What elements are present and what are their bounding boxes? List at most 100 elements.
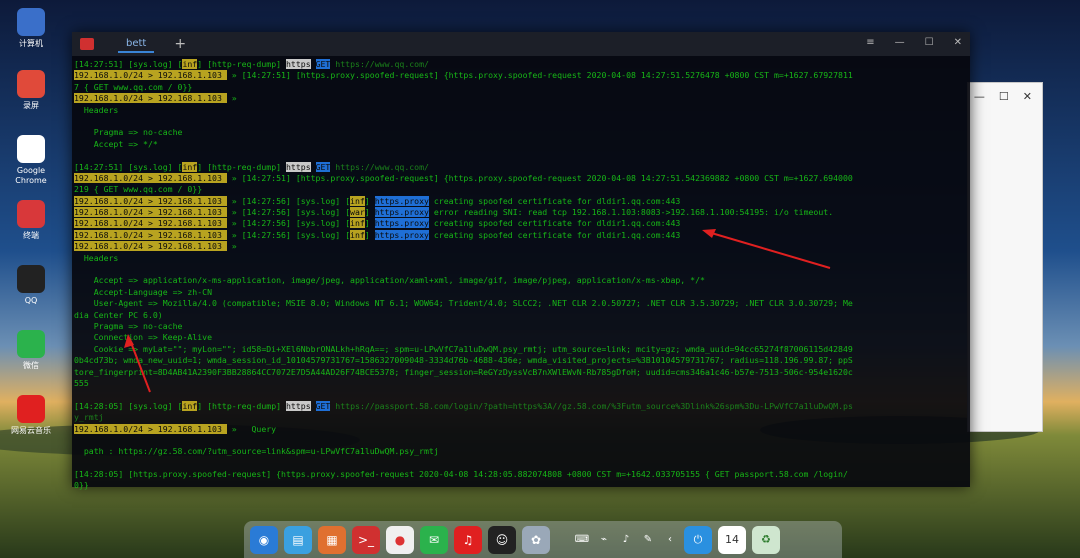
terminal-text-segment: path : https://gz.58.com/?utm_source=lin… [74, 446, 439, 457]
terminal-text-segment: inf [182, 59, 198, 69]
close-icon[interactable]: ✕ [954, 37, 962, 48]
terminal-line: dia Center PC 6.0) [74, 310, 968, 321]
terminal-icon [80, 38, 94, 50]
terminal-line: 192.168.1.0/24 > 192.168.1.103 » Query [74, 423, 968, 435]
terminal-text-segment: [14:27:51] [sys.log] [ [74, 161, 183, 172]
terminal-line: [14:28:05] [https.proxy.spoofed-request]… [74, 469, 968, 480]
terminal-text-segment: » [14:27:51] [https.proxy.spoofed-reques… [226, 172, 853, 183]
terminal-text-segment: 219 { GET www.qq.com / 0}} [74, 184, 203, 195]
terminal-line: 192.168.1.0/24 > 192.168.1.103 » [14:27:… [74, 218, 968, 229]
terminal-text-segment: » [226, 93, 237, 104]
desktop-icon[interactable]: 网易云音乐 [8, 395, 54, 436]
calendar-icon[interactable]: 14 [718, 525, 746, 554]
terminal-text-segment: 192.168.1.0/24 > 192.168.1.103 [74, 207, 227, 218]
tray-icon[interactable]: ⌁ [596, 532, 612, 548]
terminal-output[interactable]: [14:27:51] [sys.log] [inf] [http-req-dum… [72, 56, 970, 492]
terminal-line: 192.168.1.0/24 > 192.168.1.103 » [14:27:… [74, 195, 968, 207]
file-manager-window-right[interactable]: — ☐ ✕ [967, 82, 1043, 432]
terminal-text-segment: https [285, 59, 311, 69]
terminal-text-segment: ] [364, 195, 375, 206]
tray-icon[interactable]: ‹ [662, 532, 678, 548]
minimize-icon[interactable]: — [974, 90, 985, 103]
desktop-icon[interactable]: 录屏 [8, 70, 54, 111]
terminal-text-segment: Accept => application/x-ms-application, … [74, 275, 705, 286]
app-icon [17, 8, 45, 36]
terminal-text-segment: ] [http-req-dump] [197, 161, 286, 172]
wechat-icon[interactable]: ✉ [420, 525, 448, 554]
terminal-text-segment: Pragma => no-cache [74, 320, 183, 331]
terminal-icon[interactable]: >_ [352, 525, 380, 554]
terminal-text-segment: Accept-Language => zh-CN [74, 286, 213, 297]
power-icon[interactable]: ⏻ [684, 525, 712, 554]
terminal-text-segment: 192.168.1.0/24 > 192.168.1.103 [74, 229, 227, 240]
terminal-text-segment: Pragma => no-cache [74, 127, 183, 138]
desktop-icon-label: Google Chrome [15, 166, 47, 185]
desktop-icon[interactable]: 计算机 [8, 8, 54, 49]
terminal-text-segment: error reading SNI: read tcp 192.168.1.10… [428, 207, 834, 218]
app-icon [17, 70, 45, 98]
terminal-line: 192.168.1.0/24 > 192.168.1.103 » [74, 93, 968, 104]
minimize-icon[interactable]: — [895, 37, 905, 48]
close-icon[interactable]: ✕ [1023, 90, 1032, 103]
terminal-text-segment: tore_fingerprint=8D4AB41A2390F3BB28864CC… [74, 366, 853, 377]
terminal-line: 192.168.1.0/24 > 192.168.1.103 » [14:27:… [74, 172, 968, 184]
window-controls: — ☐ ✕ [968, 83, 1042, 109]
maximize-icon[interactable]: ☐ [999, 90, 1009, 103]
desktop-icon-label: 录屏 [23, 101, 39, 110]
terminal-text-segment: ] [364, 207, 375, 218]
netease-music-icon[interactable]: ♫ [454, 525, 482, 554]
terminal-text-segment: y_rmtj [74, 412, 104, 423]
terminal-text-segment: User-Agent => Mozilla/4.0 (compatible; M… [74, 298, 853, 309]
terminal-line: 0}} [74, 480, 968, 491]
launcher-icon[interactable]: ◉ [250, 525, 278, 554]
terminal-line: [14:27:51] [sys.log] [inf] [http-req-dum… [74, 59, 968, 70]
desktop-icon[interactable]: QQ [8, 265, 54, 306]
trash-icon[interactable]: ♻ [752, 525, 780, 554]
menu-icon[interactable]: ≡ [866, 37, 874, 48]
terminal-text-segment: 192.168.1.0/24 > 192.168.1.103 [74, 195, 227, 206]
terminal-line: Headers [74, 105, 968, 116]
terminal-text-segment: https.proxy [374, 195, 429, 206]
terminal-window[interactable]: bett + ≡ — ☐ ✕ [14:27:51] [sys.log] [inf… [72, 32, 970, 490]
terminal-line: 219 { GET www.qq.com / 0}} [74, 184, 968, 195]
tray-icon[interactable]: ♪ [618, 532, 634, 548]
chrome-icon[interactable]: ● [386, 525, 414, 554]
terminal-line: 7 { GET www.qq.com / 0}} [74, 82, 968, 93]
terminal-line: Pragma => no-cache [74, 127, 968, 138]
terminal-text-segment: creating spoofed certificate for dldir1.… [428, 195, 681, 206]
terminal-line: Cookie => myLat=""; myLon=""; id58=Di+XE… [74, 344, 968, 355]
desktop-icon-label: 微信 [23, 361, 39, 370]
terminal-text-segment: » [14:27:56] [sys.log] [ [226, 218, 351, 229]
app-icon [17, 135, 45, 163]
desktop-icon[interactable]: 微信 [8, 330, 54, 371]
new-tab-icon[interactable]: + [174, 36, 186, 52]
settings-icon[interactable]: ✿ [522, 525, 550, 554]
terminal-line: 192.168.1.0/24 > 192.168.1.103 » [74, 241, 968, 252]
terminal-text-segment: inf [182, 161, 198, 172]
qq-icon[interactable]: ☺ [488, 525, 516, 554]
terminal-text-segment: 192.168.1.0/24 > 192.168.1.103 [74, 218, 227, 229]
file-manager-icon[interactable]: ▤ [284, 525, 312, 554]
terminal-text-segment: ] [364, 229, 375, 240]
tab-bett[interactable]: bett [118, 36, 155, 53]
terminal-line: 192.168.1.0/24 > 192.168.1.103 » [14:27:… [74, 207, 968, 218]
terminal-text-segment: ] [http-req-dump] [197, 400, 286, 411]
desktop-icon[interactable]: 终端 [8, 200, 54, 241]
terminal-text-segment: Headers [74, 252, 119, 263]
desktop-icon[interactable]: Google Chrome [8, 135, 54, 186]
terminal-text-segment: 192.168.1.0/24 > 192.168.1.103 [74, 423, 227, 434]
maximize-icon[interactable]: ☐ [925, 37, 934, 48]
app-icon [17, 330, 45, 358]
app-store-icon[interactable]: ▦ [318, 525, 346, 554]
terminal-text-segment: https.proxy [374, 207, 429, 218]
tray-icon[interactable]: ✎ [640, 532, 656, 548]
terminal-text-segment: 192.168.1.0/24 > 192.168.1.103 [74, 172, 227, 183]
terminal-text-segment: 0}} [74, 480, 89, 491]
tray-icon[interactable]: ⌨ [574, 532, 590, 548]
terminal-line: 192.168.1.0/24 > 192.168.1.103 » [14:27:… [74, 229, 968, 241]
terminal-text-segment: [14:28:05] [https.proxy.spoofed-request]… [74, 469, 848, 480]
